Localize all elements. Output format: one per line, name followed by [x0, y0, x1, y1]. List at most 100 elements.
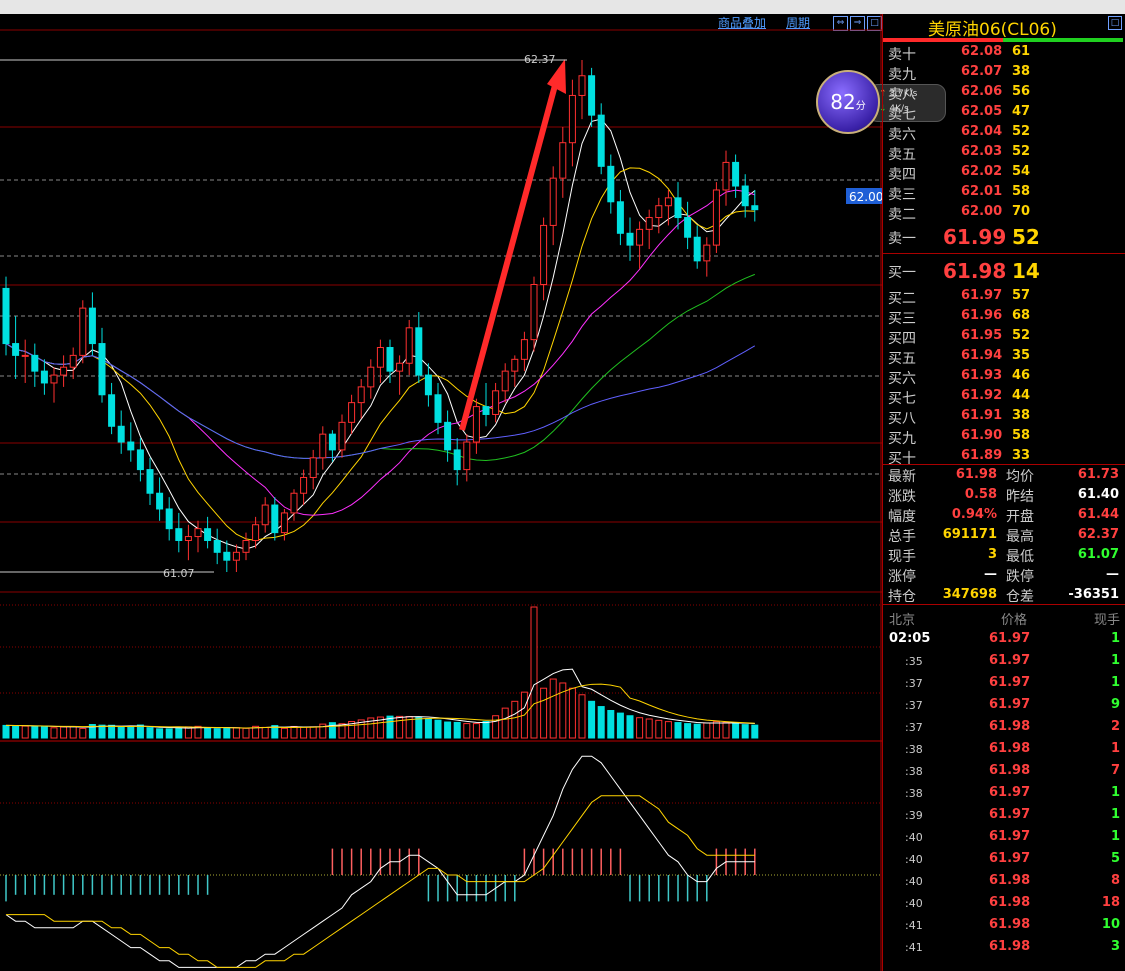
volume-bar — [108, 724, 116, 739]
candle — [2, 276, 10, 356]
candle-body — [482, 406, 490, 415]
sell-row-label: 卖五 — [888, 147, 916, 163]
candle — [348, 394, 356, 435]
candle-body — [88, 307, 96, 345]
high-label: 62.37 — [524, 53, 556, 66]
sell-row-qty: 47 — [1012, 104, 1031, 119]
candle-body — [98, 343, 106, 396]
sell-row-qty: 54 — [1012, 164, 1031, 179]
candle-body — [175, 528, 183, 541]
candle — [626, 217, 634, 261]
sell-row-price: 62.03 — [961, 144, 1003, 159]
tick-volume: 1 — [1110, 741, 1120, 756]
candle-body — [348, 402, 356, 423]
volume-bar — [597, 706, 605, 739]
sell-row-label: 卖八 — [888, 87, 916, 103]
buy-row: 买九 61.90 58 — [883, 428, 1125, 448]
volume-bar — [2, 724, 10, 739]
candle — [223, 540, 231, 572]
candle-body — [242, 539, 250, 553]
candle-body — [453, 449, 461, 471]
candle — [12, 316, 20, 380]
stat-value: 347698 — [942, 587, 997, 602]
volume-bar — [751, 724, 759, 739]
buy-row-qty: 57 — [1012, 288, 1031, 303]
volume-bar — [261, 726, 269, 739]
buy-row: 买四 61.95 52 — [883, 328, 1125, 348]
sell-row-qty: 56 — [1012, 84, 1031, 99]
candle-body — [645, 217, 653, 230]
candle — [520, 331, 528, 372]
candle-body — [530, 283, 538, 341]
tick-volume: 9 — [1110, 697, 1120, 712]
stat-value: — — [984, 567, 997, 582]
buy-row: 买七 61.92 44 — [883, 388, 1125, 408]
stat-label: 现手 — [888, 549, 916, 565]
candle-body — [136, 449, 144, 471]
candle-body — [21, 354, 29, 357]
volume-bar — [434, 719, 442, 739]
buy-row-label: 买一 — [888, 265, 916, 281]
candle-body — [338, 421, 346, 451]
volume-bar — [204, 727, 212, 739]
tick-volume: 1 — [1110, 829, 1120, 844]
box-icon[interactable]: □ — [1108, 16, 1122, 30]
buy-row-qty: 14 — [1012, 259, 1040, 283]
candle — [568, 79, 576, 167]
sell-row-label: 卖六 — [888, 127, 916, 143]
tick-time: :40 — [905, 897, 923, 910]
volume-bar — [444, 721, 452, 739]
volume-bar — [626, 715, 634, 739]
macd-panel — [5, 755, 756, 968]
candle-body — [117, 425, 125, 443]
sell-row: 卖八 62.06 56 — [883, 84, 1125, 104]
candle-body — [396, 362, 404, 372]
stat-label: 涨停 — [888, 569, 916, 585]
candle — [434, 382, 442, 435]
candle-body — [60, 366, 68, 376]
buy-row-label: 买三 — [888, 311, 916, 327]
volume-bar — [549, 678, 557, 739]
candle-body — [434, 394, 442, 423]
ticks-header-price: 价格 — [1001, 613, 1028, 628]
tick-volume: 1 — [1110, 785, 1120, 800]
candle — [607, 154, 615, 214]
volume-bar — [60, 726, 68, 739]
candle — [261, 497, 269, 533]
buy-row-price: 61.98 — [943, 259, 1007, 283]
candle — [194, 520, 202, 553]
tick-time: :40 — [905, 831, 923, 844]
candle — [674, 182, 682, 230]
candle-body — [2, 287, 10, 345]
volume-bar — [223, 727, 231, 739]
volume-bar — [482, 720, 490, 739]
orderbook-bottom-divider — [883, 464, 1125, 465]
tick-time: :41 — [905, 919, 923, 932]
tick-time: :38 — [905, 787, 923, 800]
candle — [722, 150, 730, 206]
volume-bar — [732, 723, 740, 739]
chart-area[interactable]: 62.37 61.07 62.00 — [0, 0, 882, 971]
volume-bar — [501, 707, 509, 739]
sell-row-price: 62.06 — [961, 84, 1003, 99]
buy-row: 买十 61.89 33 — [883, 448, 1125, 468]
tick-volume: 18 — [1101, 895, 1120, 910]
stat-label: 最高 — [1006, 529, 1034, 545]
sell-row-label: 卖四 — [888, 167, 916, 183]
tick-price: 61.97 — [989, 697, 1031, 712]
candle-body — [357, 386, 365, 404]
sell-row: 卖三 62.01 58 — [883, 184, 1125, 204]
ticks-header-vol: 现手 — [1093, 613, 1120, 628]
low-label: 61.07 — [163, 567, 195, 580]
quote-title-row: 美原油06(CL06) □ — [883, 14, 1125, 40]
candle — [300, 469, 308, 506]
sell-row-qty: 52 — [1012, 124, 1031, 139]
candle — [492, 382, 500, 423]
candle — [636, 221, 644, 269]
sell-row-label: 卖三 — [888, 187, 916, 203]
candle-body — [165, 508, 173, 530]
candle — [184, 524, 192, 561]
tick-price: 61.98 — [989, 917, 1031, 932]
sell-strength-bar — [883, 38, 1003, 42]
buy-row-price: 61.89 — [961, 448, 1003, 463]
